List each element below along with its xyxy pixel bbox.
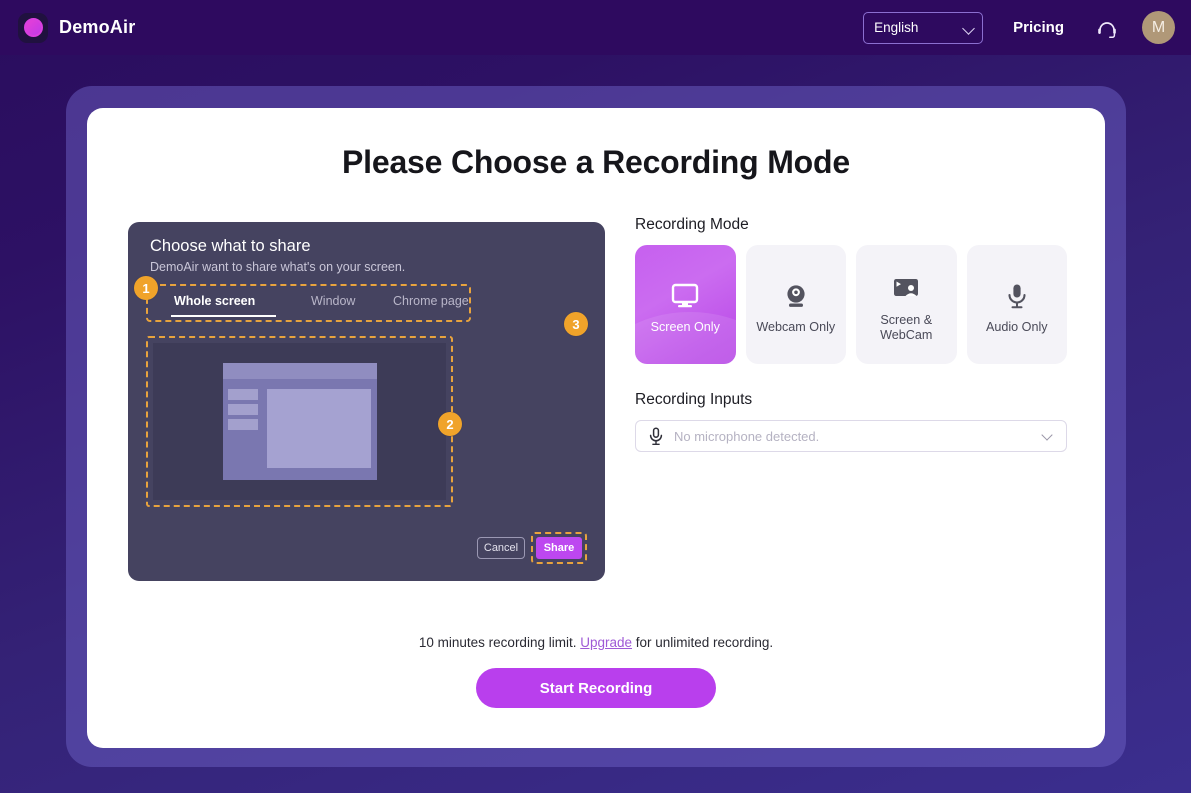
microphone-icon: [1003, 274, 1031, 318]
step-badge-2: 2: [438, 412, 462, 436]
language-select-value: English: [874, 20, 919, 35]
language-select[interactable]: English: [863, 11, 984, 44]
mode-label-screen-webcam: Screen & WebCam: [880, 313, 933, 342]
mode-card-audio-only[interactable]: Audio Only: [966, 245, 1067, 364]
screen-webcam-icon: [890, 267, 922, 311]
mode-card-webcam-only[interactable]: Webcam Only: [745, 245, 846, 364]
chevron-down-icon: [1041, 429, 1053, 441]
header-actions: English Pricing M: [863, 11, 1175, 44]
share-dialog-title: Choose what to share: [150, 237, 311, 255]
step-badge-3: 3: [564, 312, 588, 336]
monitor-icon: [670, 274, 700, 318]
share-source-tabs: Whole screen Window Chrome page: [146, 284, 471, 322]
chevron-down-icon: [962, 21, 976, 35]
cancel-button[interactable]: Cancel: [477, 537, 525, 559]
headset-support-icon[interactable]: [1094, 15, 1120, 41]
settings-column: Recording Mode Screen Only Webcam Only S…: [635, 216, 1067, 452]
mode-label-audio-only: Audio Only: [985, 320, 1048, 335]
pricing-link[interactable]: Pricing: [1013, 19, 1064, 36]
recording-mode-label: Recording Mode: [635, 216, 749, 233]
step-badge-1: 1: [134, 276, 158, 300]
screen-preview-thumbnail: [222, 363, 377, 480]
recording-limit-suffix: for unlimited recording.: [632, 635, 774, 650]
avatar[interactable]: M: [1142, 11, 1175, 44]
tab-chrome-page[interactable]: Chrome page: [393, 294, 469, 308]
upgrade-link[interactable]: Upgrade: [580, 635, 632, 650]
mode-label-webcam-only: Webcam Only: [756, 320, 836, 335]
webcam-icon: [781, 274, 811, 318]
app-header: DemoAir English Pricing M: [0, 0, 1191, 55]
recording-limit-prefix: 10 minutes recording limit.: [418, 635, 581, 650]
start-recording-button[interactable]: Start Recording: [476, 668, 716, 708]
demoair-logo-icon: [18, 12, 48, 43]
tab-window[interactable]: Window: [311, 294, 355, 308]
mode-card-screen-webcam[interactable]: Screen & WebCam: [856, 245, 957, 364]
page-title: Please Choose a Recording Mode: [342, 144, 850, 180]
share-button-highlight: Share: [531, 532, 587, 564]
share-dialog-subtitle: DemoAir want to share what's on your scr…: [150, 260, 406, 274]
recording-limit-text: 10 minutes recording limit. Upgrade for …: [87, 635, 1105, 650]
microphone-icon: [648, 426, 664, 446]
main-card: Please Choose a Recording Mode Choose wh…: [87, 108, 1105, 748]
share-preview[interactable]: [146, 336, 453, 507]
recording-inputs-label: Recording Inputs: [635, 391, 753, 408]
active-tab-underline: [171, 314, 276, 317]
microphone-select-value: No microphone detected.: [674, 428, 820, 444]
share-button[interactable]: Share: [536, 537, 582, 559]
brand[interactable]: DemoAir: [18, 12, 136, 43]
brand-name: DemoAir: [59, 17, 136, 37]
share-dialog-buttons: Cancel Share: [477, 532, 587, 564]
microphone-select[interactable]: No microphone detected.: [635, 420, 1067, 452]
tab-whole-screen[interactable]: Whole screen: [174, 294, 255, 308]
share-dialog: Choose what to share DemoAir want to sha…: [128, 222, 605, 581]
recording-mode-options: Screen Only Webcam Only Screen & WebCam …: [635, 245, 1067, 364]
avatar-initial: M: [1151, 18, 1166, 36]
mode-card-screen-only[interactable]: Screen Only: [635, 245, 736, 364]
mode-label-screen-only: Screen Only: [650, 320, 720, 335]
